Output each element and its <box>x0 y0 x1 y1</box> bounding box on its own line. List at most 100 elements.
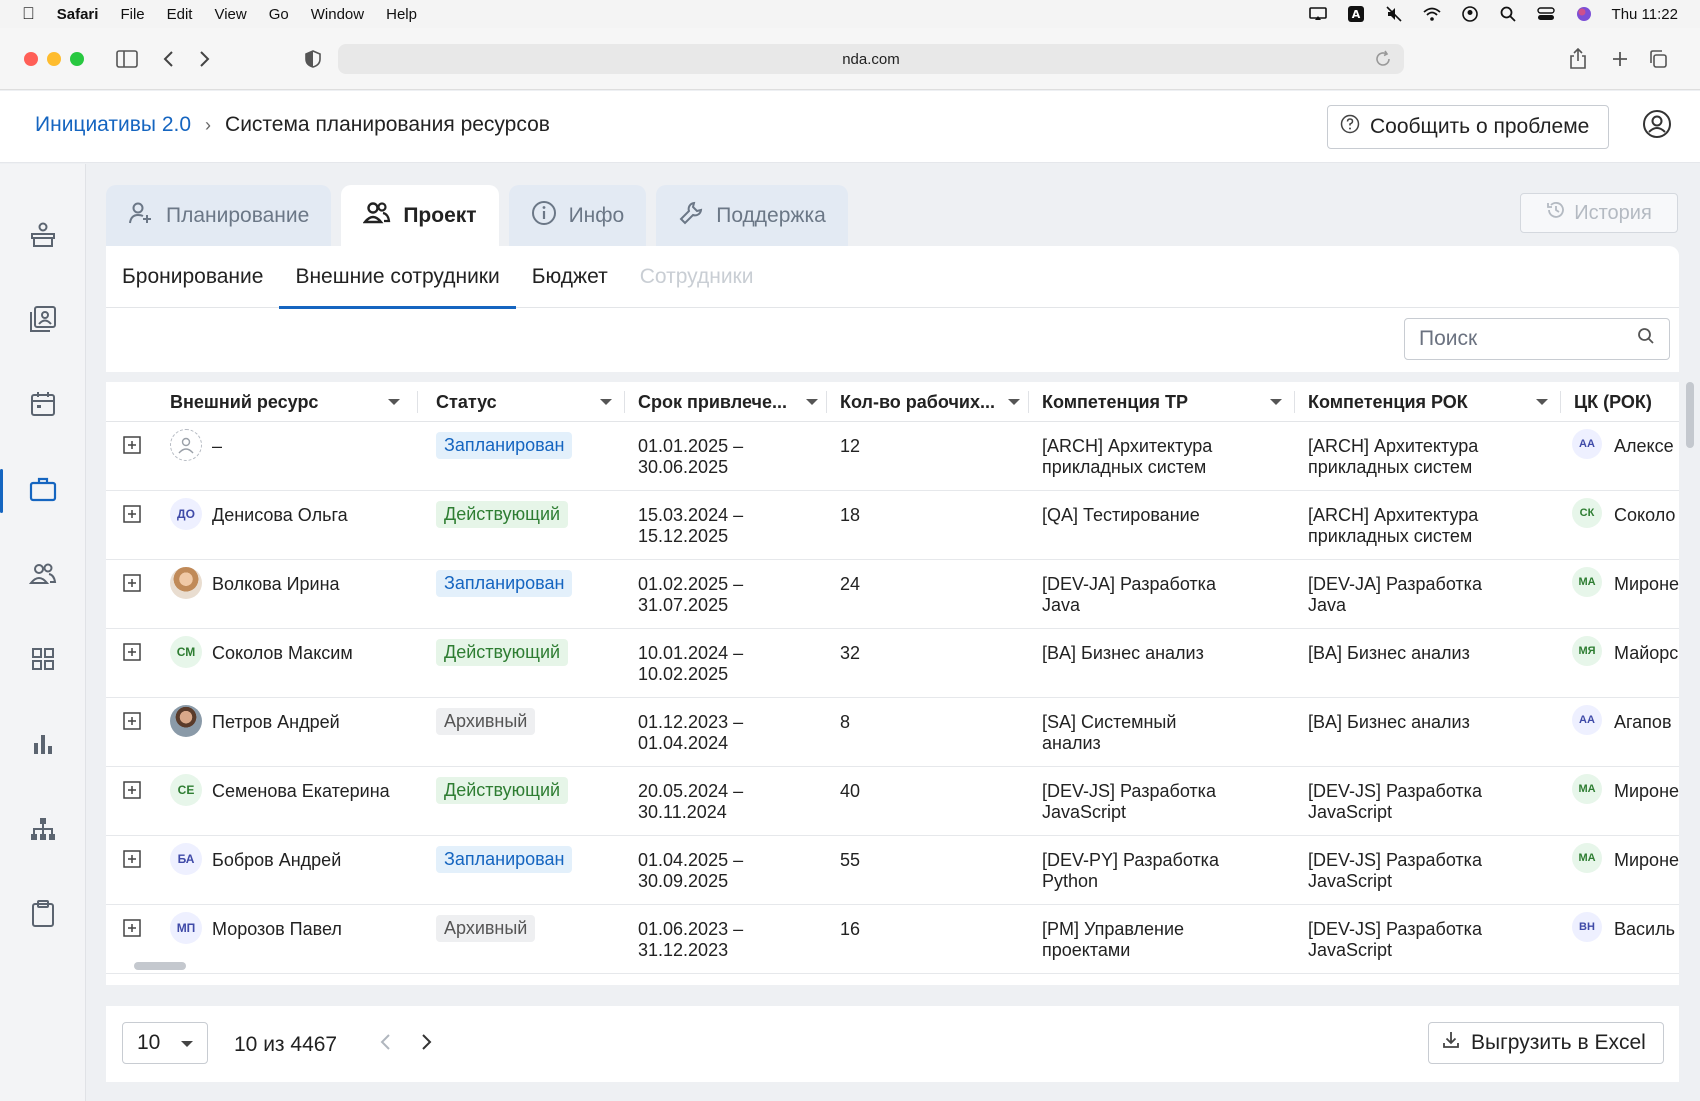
expand-row-icon[interactable] <box>123 574 141 592</box>
tab-project[interactable]: Проект <box>341 185 499 247</box>
column-header-period[interactable]: Срок привлече... <box>638 382 828 422</box>
resource-name[interactable]: Волкова Ирина <box>212 574 340 595</box>
table-row[interactable]: БА Бобров Андрей Запланирован 01.04.2025 –3… <box>106 836 1679 905</box>
menu-view[interactable]: View <box>214 6 246 23</box>
table-row[interactable]: СЕ Семенова Екатерина Действующий 20.05.202… <box>106 767 1679 836</box>
report-problem-button[interactable]: Сообщить о проблеме <box>1327 105 1609 149</box>
sidebar-item-dashboard[interactable] <box>0 631 86 691</box>
page-size-select[interactable]: 10 <box>122 1022 208 1064</box>
zoom-window-button[interactable] <box>70 51 84 66</box>
tab-support[interactable]: Поддержка <box>656 185 848 247</box>
avatar: ДО <box>170 498 202 530</box>
menu-window[interactable]: Window <box>311 6 364 23</box>
workdays-cell: 12 <box>840 436 861 456</box>
external-resources-table: Внешний ресурс Статус Срок привлече... К… <box>106 382 1679 985</box>
expand-row-icon[interactable] <box>123 781 141 799</box>
subtab-budget[interactable]: Бюджет <box>516 246 624 308</box>
column-header-status[interactable]: Статус <box>436 382 622 422</box>
resource-name[interactable]: Морозов Павел <box>212 919 342 940</box>
back-icon[interactable] <box>155 46 181 72</box>
menu-edit[interactable]: Edit <box>167 6 193 23</box>
spotlight-icon[interactable] <box>1498 6 1518 22</box>
resource-name[interactable]: Соколов Максим <box>212 643 353 664</box>
history-button[interactable]: История <box>1520 193 1678 233</box>
table-row[interactable]: Волкова Ирина Запланирован 01.02.2025 –31.… <box>106 560 1679 629</box>
sort-caret-icon[interactable] <box>1008 399 1020 405</box>
expand-row-icon[interactable] <box>123 505 141 523</box>
resource-name[interactable]: Семенова Екатерина <box>212 781 390 802</box>
competence-tr-line1: [SA] Системный <box>1042 712 1177 732</box>
sidebar-item-projects[interactable] <box>0 461 86 521</box>
tab-planning[interactable]: Планирование <box>106 185 332 247</box>
horizontal-scrollbar[interactable] <box>134 962 186 970</box>
privacy-shield-icon[interactable] <box>300 46 326 72</box>
menu-help[interactable]: Help <box>386 6 417 23</box>
minimize-window-button[interactable] <box>47 51 61 66</box>
table-row[interactable]: СМ Соколов Максим Действующий 10.01.2024 –1… <box>106 629 1679 698</box>
new-tab-icon[interactable] <box>1607 46 1633 72</box>
sort-caret-icon[interactable] <box>600 399 612 405</box>
forward-icon[interactable] <box>192 46 218 72</box>
sidebar-item-analytics[interactable] <box>0 716 86 776</box>
expand-row-icon[interactable] <box>123 919 141 937</box>
search-input[interactable]: Поиск <box>1404 318 1670 360</box>
wifi-icon[interactable] <box>1422 6 1442 22</box>
prev-page-icon[interactable] <box>378 1032 392 1057</box>
sort-caret-icon[interactable] <box>388 399 400 405</box>
control-center-icon[interactable] <box>1536 6 1556 22</box>
expand-row-icon[interactable] <box>123 643 141 661</box>
expand-row-icon[interactable] <box>123 850 141 868</box>
reload-icon[interactable] <box>1374 50 1392 72</box>
table-row[interactable]: – Запланирован 01.01.2025 –30.06.2025 12 [AR… <box>106 422 1679 491</box>
sidebar-item-clipboard[interactable] <box>0 886 86 946</box>
resource-name[interactable]: – <box>212 436 222 457</box>
table-row[interactable]: ДО Денисова Ольга Действующий 15.03.2024 –1… <box>106 491 1679 560</box>
vertical-scrollbar[interactable] <box>1686 382 1694 448</box>
sidebar-item-people[interactable] <box>0 546 86 606</box>
breadcrumb-root-link[interactable]: Инициативы 2.0 <box>35 113 191 137</box>
sidebar-toggle-icon[interactable] <box>114 46 140 72</box>
address-bar[interactable]: nda.com <box>338 44 1404 74</box>
tab-info[interactable]: Инфо <box>508 185 647 247</box>
column-header-workdays[interactable]: Кол-во рабочих... <box>840 382 1030 422</box>
table-row[interactable]: МП Морозов Павел Архивный 01.06.2023 –31.12… <box>106 905 1679 974</box>
mute-icon[interactable] <box>1384 6 1404 22</box>
apple-icon[interactable]:  <box>22 4 35 24</box>
siri-icon[interactable] <box>1574 6 1594 22</box>
user-circle-icon[interactable] <box>1460 6 1480 22</box>
subtab-booking[interactable]: Бронирование <box>106 246 279 308</box>
resource-name[interactable]: Петров Андрей <box>212 712 340 733</box>
expand-row-icon[interactable] <box>123 712 141 730</box>
column-header-ck[interactable]: ЦК (РОК) <box>1574 382 1679 422</box>
sidebar-item-workplace[interactable] <box>0 207 86 267</box>
account-icon[interactable] <box>1642 109 1672 144</box>
share-icon[interactable] <box>1565 46 1591 72</box>
sort-caret-icon[interactable] <box>1536 399 1548 405</box>
column-header-competence-rok[interactable]: Компетенция РОК <box>1308 382 1558 422</box>
table-row[interactable]: Петров Андрей Архивный 01.12.2023 –01.04.2… <box>106 698 1679 767</box>
competence-tr-line1: [PM] Управление <box>1042 919 1185 939</box>
close-window-button[interactable] <box>24 51 38 66</box>
sort-caret-icon[interactable] <box>1270 399 1282 405</box>
subtab-external-staff[interactable]: Внешние сотрудники <box>279 246 517 309</box>
column-header-competence-tr[interactable]: Компетенция ТР <box>1042 382 1292 422</box>
airplay-icon[interactable] <box>1308 6 1328 22</box>
sidebar-item-calendar[interactable] <box>0 376 86 436</box>
menu-go[interactable]: Go <box>269 6 289 23</box>
sidebar-item-profiles[interactable] <box>0 291 86 351</box>
keyboard-a-icon[interactable]: A <box>1346 6 1366 22</box>
column-header-resource[interactable]: Внешний ресурс <box>170 382 410 422</box>
desk-person-icon <box>28 220 58 255</box>
competence-rok-line1: [DEV-JA] Разработка <box>1308 574 1482 594</box>
tab-overview-icon[interactable] <box>1645 46 1671 72</box>
search-icon[interactable] <box>1637 327 1655 351</box>
resource-name[interactable]: Денисова Ольга <box>212 505 348 526</box>
export-excel-button[interactable]: Выгрузить в Excel <box>1428 1022 1664 1064</box>
expand-row-icon[interactable] <box>123 436 141 454</box>
menu-file[interactable]: File <box>120 6 144 23</box>
menu-app[interactable]: Safari <box>57 6 99 23</box>
resource-name[interactable]: Бобров Андрей <box>212 850 341 871</box>
sort-caret-icon[interactable] <box>806 399 818 405</box>
sidebar-item-structure[interactable] <box>0 801 86 861</box>
next-page-icon[interactable] <box>420 1032 434 1057</box>
